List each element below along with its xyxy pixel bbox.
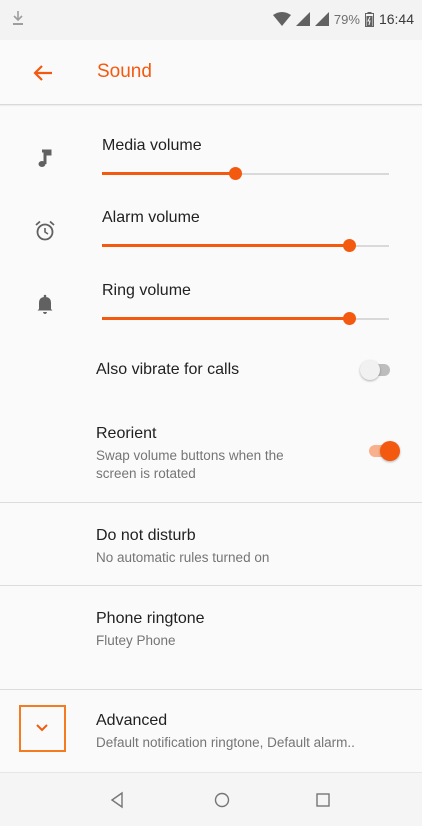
battery-percent: 79%	[333, 11, 360, 27]
battery-icon	[364, 11, 374, 27]
divider	[0, 502, 422, 503]
recents-square-icon[interactable]	[313, 790, 333, 810]
slider-thumb[interactable]	[342, 239, 356, 252]
chevron-down-icon	[36, 724, 48, 732]
expand-advanced-button[interactable]	[19, 705, 66, 752]
signal-icon	[314, 12, 329, 26]
back-triangle-icon[interactable]	[108, 790, 128, 810]
clock: 16:44	[378, 11, 414, 27]
ring-volume-label: Ring volume	[102, 282, 191, 299]
advanced-subtitle: Default notification ringtone, Default a…	[96, 735, 355, 750]
music-note-icon	[38, 149, 52, 167]
page-title: Sound	[97, 61, 152, 82]
vibrate-for-calls-toggle[interactable]	[360, 360, 392, 380]
divider	[0, 585, 422, 586]
status-bar: 79% 16:44	[0, 0, 422, 40]
ring-volume-slider[interactable]	[102, 311, 389, 327]
navigation-bar	[0, 773, 422, 826]
alarm-volume-slider[interactable]	[102, 238, 389, 254]
alarm-clock-icon	[35, 220, 55, 241]
slider-fill	[102, 244, 349, 247]
home-circle-icon[interactable]	[212, 790, 232, 810]
phone-ringtone-subtitle: Flutey Phone	[96, 633, 176, 648]
alarm-volume-label: Alarm volume	[102, 209, 200, 226]
divider	[0, 689, 422, 690]
reorient-toggle[interactable]	[367, 441, 400, 461]
signal-icon	[295, 12, 310, 26]
app-bar: Sound	[0, 40, 422, 105]
do-not-disturb-title[interactable]: Do not disturb	[96, 527, 196, 545]
media-volume-label: Media volume	[102, 137, 202, 154]
download-icon	[13, 11, 23, 25]
toggle-thumb	[360, 360, 380, 380]
media-volume-slider[interactable]	[102, 166, 389, 182]
bell-icon	[37, 294, 53, 314]
toggle-thumb	[380, 441, 400, 461]
slider-thumb[interactable]	[229, 167, 243, 180]
advanced-title[interactable]: Advanced	[96, 712, 167, 730]
wifi-icon	[272, 12, 291, 26]
back-arrow-icon[interactable]	[32, 62, 54, 84]
slider-fill	[102, 317, 349, 320]
reorient-title[interactable]: Reorient	[96, 425, 156, 443]
phone-ringtone-title[interactable]: Phone ringtone	[96, 610, 205, 628]
slider-thumb[interactable]	[342, 312, 356, 325]
reorient-subtitle-line2: screen is rotated	[96, 466, 196, 481]
reorient-subtitle-line1: Swap volume buttons when the	[96, 448, 284, 463]
do-not-disturb-subtitle: No automatic rules turned on	[96, 550, 270, 565]
slider-fill	[102, 172, 236, 175]
vibrate-for-calls-label[interactable]: Also vibrate for calls	[96, 361, 239, 379]
